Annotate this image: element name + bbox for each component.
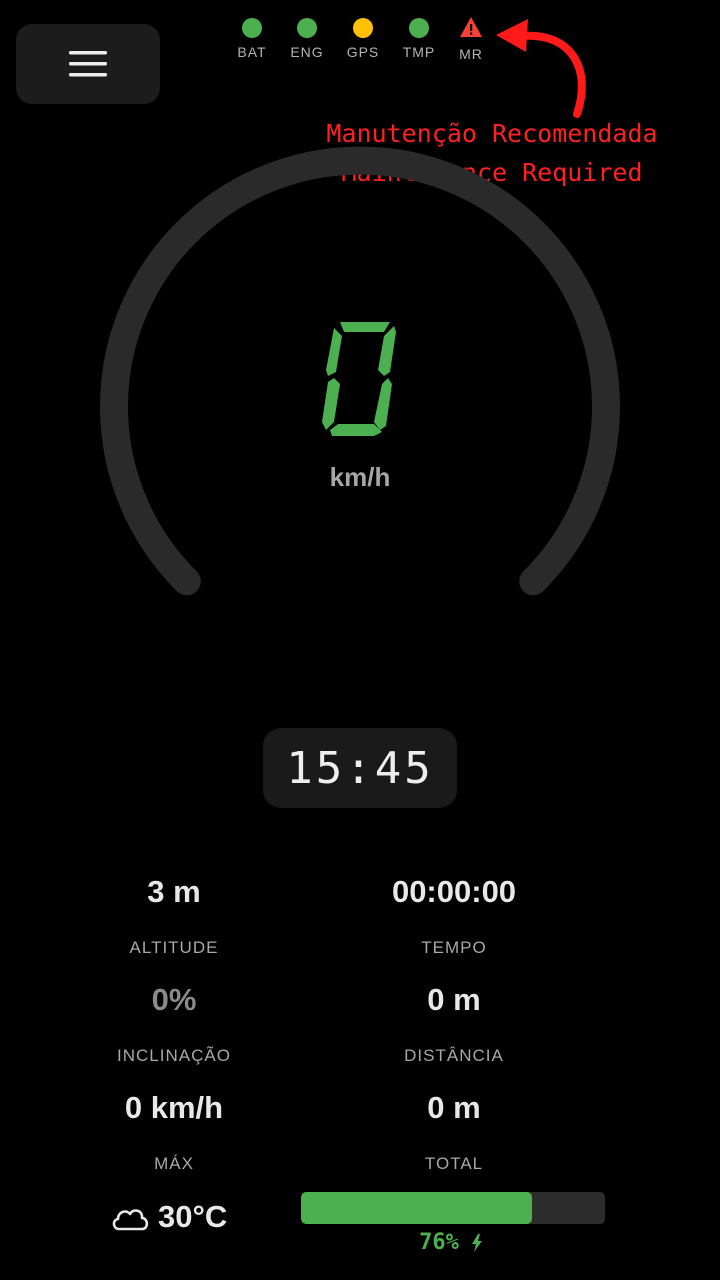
stat-distancia: 0 m DISTÂNCIA — [314, 980, 594, 1066]
battery-bar — [301, 1192, 605, 1224]
cloud-icon — [112, 1209, 149, 1231]
segment-a — [340, 322, 390, 332]
stat-total: 0 m TOTAL — [314, 1088, 594, 1174]
stat-label: DISTÂNCIA — [404, 1046, 504, 1065]
segment-f — [326, 328, 342, 376]
battery-percent: 76% — [419, 1230, 459, 1255]
stat-altitude: 3 m ALTITUDE — [34, 872, 314, 958]
speed-unit: km/h — [329, 462, 391, 492]
segment-c — [374, 378, 392, 430]
stat-label: INCLINAÇÃO — [117, 1046, 231, 1065]
dashboard: BAT ENG GPS TMP MR Manutenção Recomendad… — [0, 0, 720, 1280]
stat-tempo: 00:00:00 TEMPO — [314, 872, 594, 958]
battery-fill — [301, 1192, 533, 1224]
stat-value: 0 m — [427, 982, 481, 1017]
stat-inclinacao: 0% INCLINAÇÃO — [34, 980, 314, 1066]
battery-status: 76% — [401, 1230, 501, 1255]
stat-max: 0 km/h MÁX — [34, 1088, 314, 1174]
stat-value: 0 km/h — [124, 1090, 224, 1125]
stat-label: TEMPO — [421, 938, 487, 957]
stat-label: ALTITUDE — [129, 938, 219, 957]
segment-b — [378, 326, 396, 376]
clock-display: 15:45 — [263, 728, 457, 808]
stat-value: 0 m — [427, 1090, 481, 1125]
stat-label: TOTAL — [424, 1154, 484, 1173]
stat-value: 00:00:00 — [391, 874, 517, 909]
stat-label: MÁX — [154, 1154, 194, 1173]
speed-digit — [322, 322, 396, 436]
segment-e — [322, 378, 340, 430]
weather-widget: 30°C — [110, 1195, 227, 1239]
lightning-bolt-icon — [471, 1233, 482, 1252]
segment-d — [330, 424, 382, 436]
stat-value: 3 m — [147, 874, 201, 909]
stat-value: 0% — [151, 982, 197, 1017]
temperature-value: 30°C — [158, 1199, 228, 1234]
